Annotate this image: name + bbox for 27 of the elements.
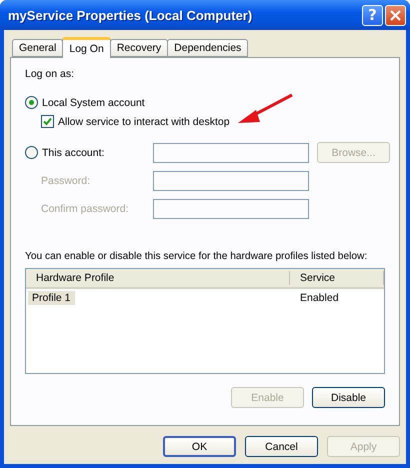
column-header[interactable]: Service — [290, 271, 384, 285]
radio-button[interactable] — [25, 146, 38, 159]
checkbox[interactable] — [41, 115, 54, 128]
field-label: Confirm password: — [41, 203, 129, 215]
tab[interactable]: General — [12, 39, 64, 57]
checkbox-label: Allow service to interact with desktop — [58, 116, 230, 128]
close-button[interactable] — [385, 4, 406, 26]
column-header[interactable]: Hardware Profile — [26, 271, 290, 285]
tab[interactable]: Recovery — [110, 39, 168, 57]
window-title: myService Properties (Local Computer) — [8, 8, 254, 22]
profiles-hint: You can enable or disable this service for the hardware profiles listed below: — [25, 251, 368, 262]
close-icon — [390, 10, 401, 20]
dialog-button[interactable]: Cancel — [245, 436, 318, 457]
radio-label: Local System account — [42, 96, 145, 108]
field-label: Password: — [41, 175, 90, 187]
password-field[interactable] — [153, 171, 309, 191]
tab[interactable]: Dependencies — [167, 39, 248, 57]
list-cell[interactable]: Enabled — [296, 290, 343, 304]
account-field[interactable] — [153, 142, 309, 162]
tab[interactable]: Log On — [62, 37, 111, 58]
radio-button[interactable] — [25, 96, 38, 109]
list-cell[interactable]: Profile 1 — [28, 290, 75, 304]
dialog-button[interactable]: OK — [163, 436, 236, 457]
section-label: Log on as: — [25, 68, 76, 80]
password-field[interactable] — [153, 199, 309, 219]
radio-label: This account: — [42, 146, 104, 158]
profile-button[interactable]: Disable — [312, 387, 385, 408]
